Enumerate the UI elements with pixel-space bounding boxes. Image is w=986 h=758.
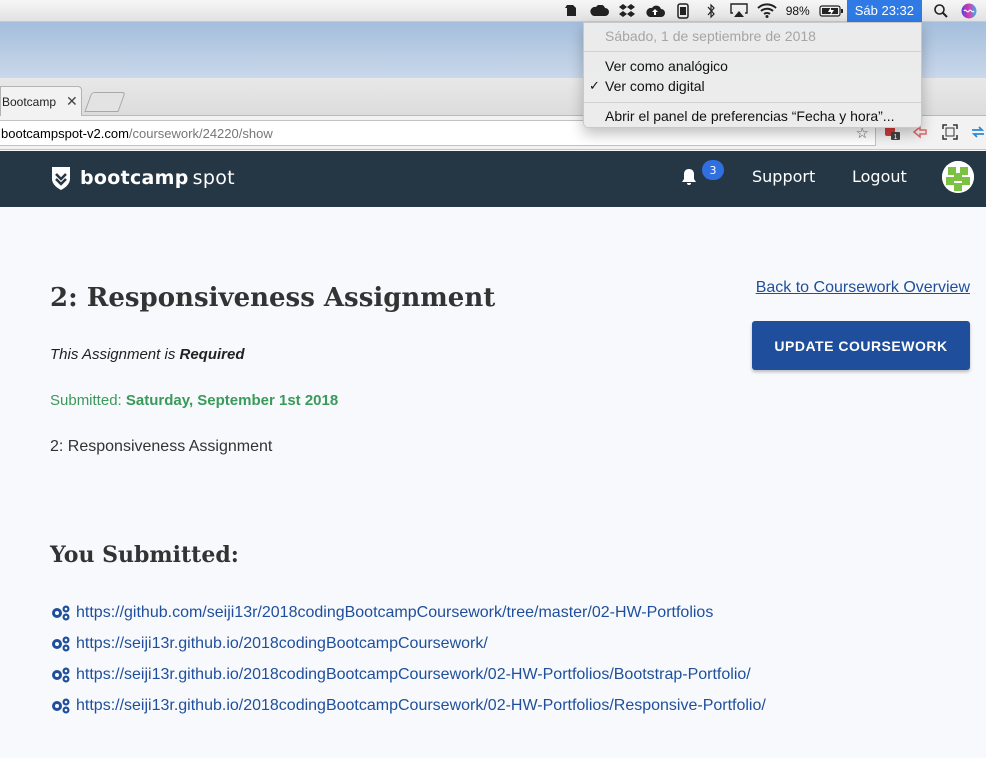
submitted-date: Saturday, September 1st 2018 xyxy=(125,392,339,409)
submitted-link[interactable]: https://seiji13r.github.io/2018codingBoo… xyxy=(76,666,751,684)
bluetooth-icon[interactable] xyxy=(700,0,722,22)
cloud-upload-icon[interactable] xyxy=(644,0,666,22)
menu-bar-clock[interactable]: Sáb 23:32 xyxy=(846,0,922,22)
evernote-icon[interactable] xyxy=(560,0,582,22)
clock-menu: Sábado, 1 de septiembre de 2018 Ver como… xyxy=(583,22,922,128)
cloud-icon[interactable] xyxy=(588,0,610,22)
cogs-icon xyxy=(52,667,70,682)
url-path: /coursework/24220/show xyxy=(128,125,273,141)
submitted-link[interactable]: https://seiji13r.github.io/2018codingBoo… xyxy=(76,697,766,715)
submitted-link[interactable]: https://github.com/seiji13r/2018codingBo… xyxy=(76,604,713,622)
list-item: https://seiji13r.github.io/2018codingBoo… xyxy=(50,659,766,690)
page-title: 2: Responsiveness Assignment xyxy=(50,283,496,313)
sync-arrows-icon[interactable] xyxy=(970,124,986,140)
you-submitted-heading: You Submitted: xyxy=(50,542,239,568)
bootcampspot-logo[interactable]: bootcamp spot xyxy=(50,165,235,191)
airplay-icon[interactable] xyxy=(728,0,750,22)
wifi-icon[interactable] xyxy=(756,0,778,22)
siri-icon[interactable] xyxy=(958,0,980,22)
submitted-link[interactable]: https://seiji13r.github.io/2018codingBoo… xyxy=(76,635,488,653)
browser-tab[interactable]: Bootcamp ✕ xyxy=(0,86,82,116)
list-item: https://seiji13r.github.io/2018codingBoo… xyxy=(50,690,766,721)
shield-logo-icon xyxy=(52,167,70,190)
logo-text-bold: bootcamp xyxy=(80,167,189,189)
menu-separator xyxy=(584,51,921,52)
notification-count-badge[interactable]: 3 xyxy=(702,160,724,180)
menu-item-digital[interactable]: Ver como digital xyxy=(605,78,705,94)
dropbox-icon[interactable] xyxy=(616,0,638,22)
clock-menu-date: Sábado, 1 de septiembre de 2018 xyxy=(605,28,816,44)
notification-bell-icon[interactable] xyxy=(680,167,698,191)
required-prefix: This Assignment is xyxy=(50,346,180,363)
spotlight-icon[interactable] xyxy=(930,0,952,22)
cogs-icon xyxy=(52,698,70,713)
list-item: https://seiji13r.github.io/2018codingBoo… xyxy=(50,628,766,659)
submitted-links-list: https://github.com/seiji13r/2018codingBo… xyxy=(50,597,766,721)
submitted-status: Submitted: Saturday, September 1st 2018 xyxy=(50,392,338,409)
extension-badge: 1 xyxy=(894,134,898,140)
screenshot-icon[interactable] xyxy=(942,124,958,140)
menu-separator xyxy=(584,102,921,103)
tab-close-icon[interactable]: ✕ xyxy=(66,93,78,110)
logo-text-light: spot xyxy=(192,167,235,189)
checkmark-icon: ✓ xyxy=(589,78,600,93)
tab-title: Bootcamp xyxy=(2,94,57,109)
back-to-coursework-link[interactable]: Back to Coursework Overview xyxy=(756,279,970,297)
phone-icon[interactable] xyxy=(672,0,694,22)
site-header: bootcamp spot Support Logout xyxy=(0,151,986,207)
assignment-description: 2: Responsiveness Assignment xyxy=(50,438,273,455)
logout-link[interactable]: Logout xyxy=(852,167,907,186)
cogs-icon xyxy=(52,605,70,620)
menu-item-date-prefs[interactable]: Abrir el panel de preferencias “Fecha y … xyxy=(605,108,894,124)
update-coursework-button[interactable]: UPDATE COURSEWORK xyxy=(752,321,970,370)
submitted-label: Submitted: xyxy=(50,392,126,409)
new-tab-button[interactable] xyxy=(84,92,126,112)
battery-icon[interactable] xyxy=(818,0,844,22)
support-link[interactable]: Support xyxy=(752,167,815,186)
battery-percent[interactable]: 98% xyxy=(781,4,815,18)
main-content: 2: Responsiveness Assignment This Assign… xyxy=(0,207,986,758)
url-host: bootcampspot-v2.com xyxy=(1,125,129,141)
cogs-icon xyxy=(52,636,70,651)
avatar[interactable] xyxy=(942,161,974,193)
menu-bar: 98% Sáb 23:32 xyxy=(0,0,986,22)
required-status: This Assignment is Required xyxy=(50,346,245,363)
list-item: https://github.com/seiji13r/2018codingBo… xyxy=(50,597,766,628)
required-value: Required xyxy=(179,346,245,363)
menu-item-analog[interactable]: Ver como analógico xyxy=(605,58,728,74)
